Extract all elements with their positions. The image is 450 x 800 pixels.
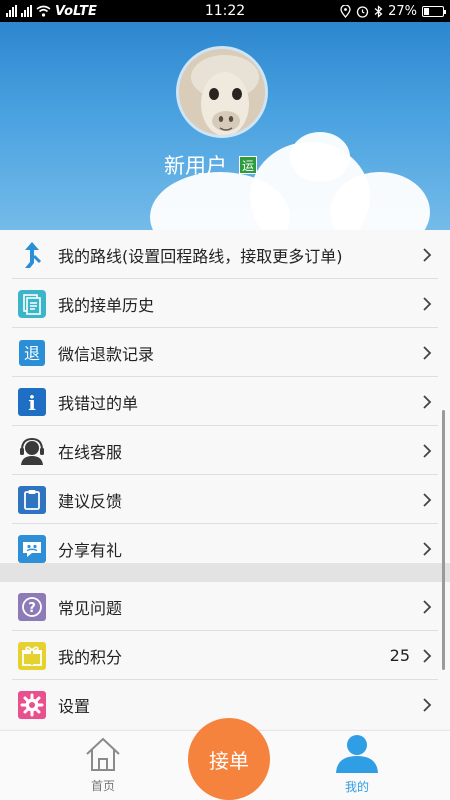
chevron-right-icon [423,648,432,663]
menu-item-label: 我的积分 [58,647,123,667]
section-divider [0,563,450,582]
username: 新用户 [164,154,227,178]
battery-percent: 27% [388,3,417,19]
home-icon [86,737,120,771]
network-label: VoLTE [55,3,97,19]
signal-icon [6,5,17,17]
menu-item-faq[interactable]: ? 常见问题 [0,582,450,631]
chevron-right-icon [423,541,432,556]
menu-item-feedback[interactable]: 建议反馈 [0,475,450,524]
status-right: 27% [340,3,446,19]
menu-item-label: 在线客服 [58,442,123,462]
chevron-right-icon [423,296,432,311]
signal-icon-2 [21,5,32,17]
nav-me-label: 我的 [344,780,369,794]
menu-item-label: 设置 [58,696,91,716]
gear-icon [17,690,46,719]
question-glyph: ? [28,601,36,616]
bluetooth-icon [374,4,383,18]
menu-item-points[interactable]: 我的积分 25 [0,631,450,680]
menu-list-main: 我的路线(设置回程路线，接取更多订单) 我的接单历史 退 微信退款记录 i 我错… [0,230,450,573]
menu-item-label: 建议反馈 [58,491,123,511]
chevron-right-icon [423,697,432,712]
scrollbar[interactable] [442,410,445,670]
menu-item-customer-service[interactable]: 在线客服 [0,426,450,475]
gift-icon [17,641,46,670]
menu-item-missed-orders[interactable]: i 我错过的单 [0,377,450,426]
nav-home[interactable]: 首页 [70,735,136,794]
user-icon [336,735,378,773]
chevron-right-icon [423,345,432,360]
battery-icon [422,5,446,17]
menu-item-label: 常见问题 [58,598,123,618]
menu-item-label: 分享有礼 [58,540,123,560]
alarm-icon [356,5,369,18]
transport-badge: 运 [239,156,257,174]
question-icon: ? [17,592,46,621]
nav-home-label: 首页 [90,779,115,793]
alpaca-avatar-image [179,49,265,135]
cloud-shape [290,132,350,182]
accept-order-button[interactable]: 接单 [188,718,270,800]
username-row: 新用户 运 [164,150,257,180]
menu-item-label: 我的路线(设置回程路线，接取更多订单) [58,246,343,266]
route-arrow-icon [17,240,46,269]
status-bar: VoLTE 11:22 27% [0,0,450,22]
chevron-right-icon [423,492,432,507]
menu-item-refund-records[interactable]: 退 微信退款记录 [0,328,450,377]
menu-item-label: 微信退款记录 [58,344,155,364]
order-history-icon [17,289,46,318]
menu-item-my-route[interactable]: 我的路线(设置回程路线，接取更多订单) [0,230,450,279]
menu-item-label: 我的接单历史 [58,295,155,315]
chevron-right-icon [423,394,432,409]
chevron-right-icon [423,443,432,458]
chevron-right-icon [423,599,432,614]
chevron-right-icon [423,247,432,262]
wifi-icon [36,5,51,17]
menu-list-secondary: ? 常见问题 我的积分 25 设置 [0,582,450,729]
info-glyph: i [28,391,36,415]
avatar[interactable] [176,46,268,138]
location-icon [340,4,351,18]
status-left: VoLTE [6,4,97,19]
refund-glyph: 退 [23,344,39,363]
battery-fill [424,7,429,15]
profile-header: 新用户 运 [0,22,450,230]
menu-item-order-history[interactable]: 我的接单历史 [0,279,450,328]
info-icon: i [17,387,46,416]
refund-icon: 退 [17,338,46,367]
menu-item-label: 我错过的单 [58,393,139,413]
clipboard-icon [17,485,46,514]
points-value: 25 [389,646,410,665]
customer-service-icon [17,436,46,465]
share-chat-icon [17,534,46,563]
nav-me[interactable]: 我的 [324,733,390,795]
